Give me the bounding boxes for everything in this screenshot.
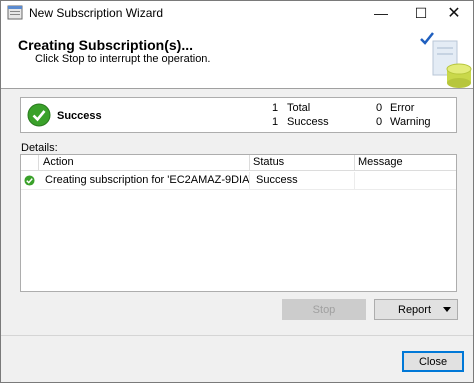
page-title: Creating Subscription(s)...	[18, 37, 194, 53]
row-status: Success	[250, 172, 355, 190]
maximize-icon: ☐	[414, 4, 428, 21]
minimize-icon: —	[374, 5, 388, 21]
wizard-window: New Subscription Wizard — ☐ ✕ Creating S…	[0, 0, 474, 383]
close-button-label: Close	[418, 355, 448, 368]
window-title: New Subscription Wizard	[29, 6, 164, 20]
error-count: 0	[376, 102, 383, 114]
column-header-status[interactable]: Status	[250, 155, 355, 171]
grid-header: Action Status Message	[21, 155, 456, 171]
close-button[interactable]: Close	[402, 351, 464, 372]
summary-panel: Success 1 Total 1 Success 0 Error 0 Warn…	[20, 97, 457, 133]
success-label: Success	[287, 116, 329, 128]
report-button-label: Report	[398, 303, 432, 316]
row-action: Creating subscription for 'EC2AMAZ-9DIAT…	[39, 172, 250, 190]
title-bar: New Subscription Wizard — ☐ ✕	[1, 1, 473, 25]
table-row[interactable]: Creating subscription for 'EC2AMAZ-9DIAT…	[21, 172, 456, 190]
header-banner: Creating Subscription(s)... Click Stop t…	[1, 25, 473, 89]
total-count: 1	[272, 102, 279, 114]
wizard-app-icon	[7, 5, 23, 20]
footer-divider	[1, 335, 473, 336]
close-window-button[interactable]: ✕	[435, 1, 473, 25]
row-message	[355, 172, 456, 190]
success-count: 1	[272, 116, 279, 128]
details-grid[interactable]: Action Status Message Creating subscript…	[20, 154, 457, 292]
warning-label: Warning	[390, 116, 431, 128]
warning-count: 0	[376, 116, 383, 128]
stop-button-label: Stop	[312, 303, 336, 316]
stop-button[interactable]: Stop	[282, 299, 366, 320]
dropdown-arrow-icon	[443, 307, 451, 312]
grid-header-icon-col	[21, 155, 39, 171]
column-header-action[interactable]: Action	[39, 155, 250, 171]
column-header-message[interactable]: Message	[355, 155, 456, 171]
success-icon	[27, 103, 51, 127]
page-subtitle: Click Stop to interrupt the operation.	[35, 53, 211, 65]
wizard-banner-icon	[420, 32, 472, 88]
error-label: Error	[390, 102, 415, 114]
minimize-button[interactable]: —	[361, 1, 401, 25]
report-button[interactable]: Report	[374, 299, 458, 320]
overall-status: Success	[57, 110, 102, 122]
close-icon: ✕	[447, 5, 461, 22]
details-label: Details:	[21, 142, 58, 154]
success-icon	[24, 175, 35, 186]
total-label: Total	[287, 102, 311, 114]
